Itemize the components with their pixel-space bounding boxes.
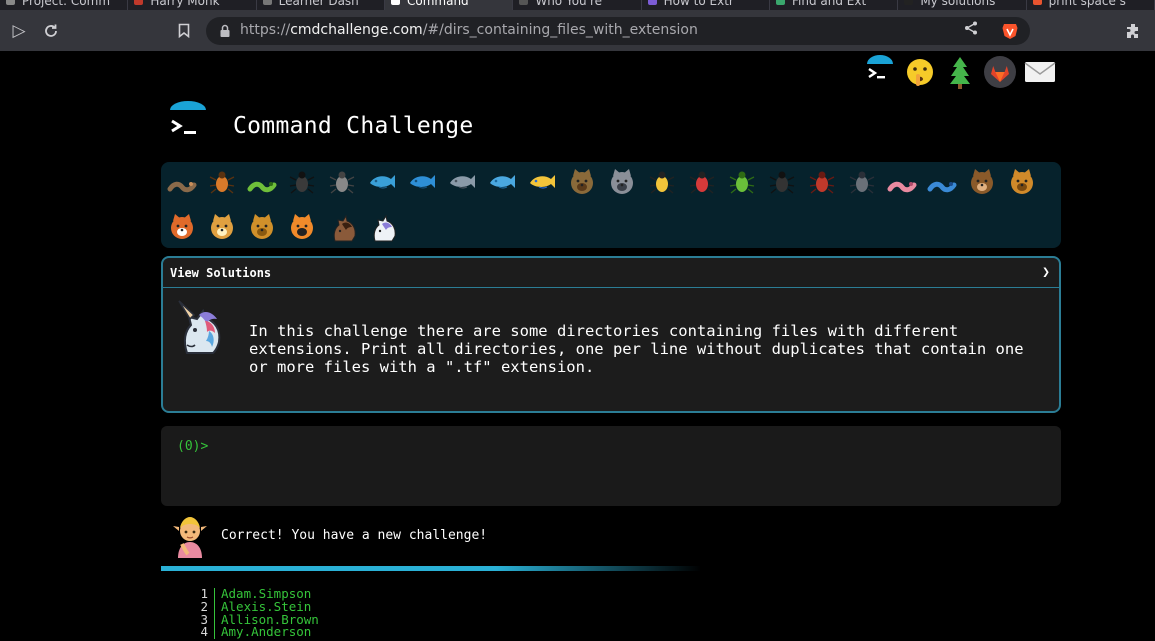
challenge-scorpion-icon[interactable]	[807, 167, 837, 197]
brave-shield-icon[interactable]	[1001, 22, 1019, 40]
terminal-input-area[interactable]: (0)>	[161, 426, 1061, 506]
mail-icon[interactable]	[1023, 54, 1057, 90]
challenge-blowfish-icon[interactable]	[567, 167, 597, 197]
unicorn-icon	[178, 300, 221, 354]
challenge-cricket-icon[interactable]	[727, 167, 757, 197]
elf-icon	[173, 517, 207, 558]
output-value: Amy.Anderson	[221, 624, 312, 640]
chevron-right-icon: ❯	[1042, 265, 1050, 280]
gitlab-icon[interactable]	[983, 54, 1017, 90]
tree-icon[interactable]	[943, 54, 977, 90]
gutter-divider	[214, 613, 215, 627]
challenge-spider-web-icon[interactable]	[327, 167, 357, 197]
tab-favicon-icon	[391, 0, 400, 5]
page-title: Command Challenge	[233, 113, 474, 139]
terminal-prompt: (0)>	[177, 439, 209, 454]
tab-label: Learner Dash	[278, 0, 359, 8]
gutter-divider	[214, 588, 215, 601]
tab-label: Who You're	[535, 0, 602, 8]
challenge-ladybug-icon[interactable]	[687, 167, 717, 197]
logo-terminal-icon	[170, 101, 206, 134]
challenge-description: In this challenge there are some directo…	[249, 322, 1024, 376]
play-icon[interactable]: ▷	[4, 10, 34, 51]
challenge-tiger-icon[interactable]	[287, 212, 317, 242]
challenge-dog-icon[interactable]	[1007, 167, 1037, 197]
tab-label: My solutions	[920, 0, 996, 8]
challenge-butterfly-icon[interactable]	[207, 167, 237, 197]
extensions-icon[interactable]	[1118, 10, 1148, 51]
tab-label: print space s	[1048, 0, 1126, 8]
terminal-icon[interactable]	[863, 54, 897, 90]
browser-tab[interactable]: print space s	[1027, 0, 1155, 10]
challenge-panel: View Solutions ❯ In this challenge there…	[161, 256, 1061, 413]
challenge-cat-icon[interactable]	[207, 212, 237, 242]
browser-tab[interactable]: Command	[385, 0, 514, 10]
tab-label: Project: Comm	[22, 0, 111, 8]
challenge-lion-icon[interactable]	[247, 212, 277, 242]
lock-icon	[220, 24, 230, 37]
shush-face-icon[interactable]	[903, 54, 937, 90]
browser-tab[interactable]: Who You're	[513, 0, 642, 10]
tab-strip: Project: Comm Harry Monk Learner Dash Comma…	[0, 0, 1155, 10]
bookmark-icon[interactable]	[169, 10, 199, 51]
challenge-paramecium-icon[interactable]	[927, 167, 957, 197]
challenge-dolphin-grey-icon[interactable]	[447, 167, 477, 197]
tab-favicon-icon	[262, 0, 272, 5]
browser-tab[interactable]: How to Extr	[642, 0, 770, 10]
challenge-tropical-fish-icon[interactable]	[527, 167, 557, 197]
browser-toolbar: ▷ https://cmdchallenge.com/#/dirs_contai…	[0, 10, 1155, 51]
challenge-fish-icon[interactable]	[487, 167, 517, 197]
browser-tab[interactable]: Find and Ext	[770, 0, 899, 10]
challenge-ant-icon[interactable]	[287, 167, 317, 197]
reload-icon[interactable]	[36, 10, 66, 51]
challenge-wolf-icon[interactable]	[607, 167, 637, 197]
challenge-horse-icon[interactable]	[327, 212, 357, 242]
challenge-spider-icon[interactable]	[767, 167, 797, 197]
challenge-monkey-icon[interactable]	[967, 167, 997, 197]
tab-label: Find and Ext	[792, 0, 867, 8]
browser-tab[interactable]: My solutions	[898, 0, 1027, 10]
tab-favicon-icon	[776, 0, 785, 5]
browser-tab[interactable]: Learner Dash	[257, 0, 385, 10]
browser-tab[interactable]: Harry Monk	[128, 0, 257, 10]
tab-favicon-icon	[1032, 0, 1042, 5]
challenge-caterpillar-icon[interactable]	[247, 167, 277, 197]
tab-favicon-icon	[519, 0, 529, 5]
progress-bar	[161, 566, 701, 571]
address-bar[interactable]: https://cmdchallenge.com/#/dirs_containi…	[206, 17, 1030, 45]
line-number: 4	[200, 624, 208, 640]
challenge-worm-icon[interactable]	[887, 167, 917, 197]
view-solutions-toggle[interactable]: View Solutions ❯	[163, 258, 1059, 288]
status-message: Correct! You have a new challenge!	[221, 528, 488, 543]
tab-label: Command	[407, 0, 469, 8]
tab-favicon-icon	[647, 0, 657, 5]
tab-favicon-icon	[904, 0, 914, 5]
challenge-fly-icon[interactable]	[847, 167, 877, 197]
view-solutions-label: View Solutions	[170, 266, 272, 280]
challenge-unicorn-icon[interactable]	[367, 212, 397, 242]
challenge-dolphin-blue-icon[interactable]	[407, 167, 437, 197]
challenge-snail-icon[interactable]	[167, 167, 197, 197]
challenge-selector	[161, 162, 1061, 248]
url-text[interactable]: https://cmdchallenge.com/#/dirs_containi…	[240, 22, 698, 38]
challenge-bee-icon[interactable]	[647, 167, 677, 197]
gutter-divider	[214, 626, 215, 640]
tab-favicon-icon	[134, 0, 144, 5]
tab-label: How to Extr	[663, 0, 734, 8]
challenge-whale-icon[interactable]	[367, 167, 397, 197]
browser-tab[interactable]: Project: Comm	[0, 0, 129, 10]
tab-label: Harry Monk	[150, 0, 220, 8]
challenge-fox-icon[interactable]	[167, 212, 197, 242]
gutter-divider	[214, 600, 215, 614]
share-icon[interactable]	[964, 21, 978, 39]
tab-favicon-icon	[6, 0, 15, 5]
